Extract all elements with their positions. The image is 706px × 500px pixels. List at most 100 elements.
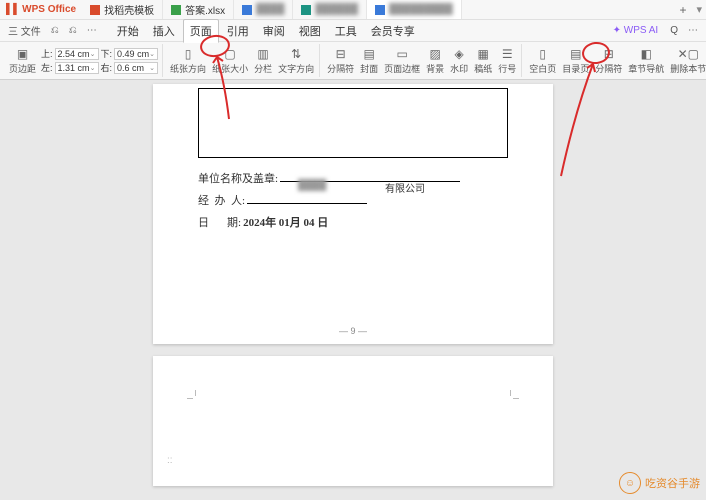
doc-tab-label: ████ [256,4,284,15]
menu-page[interactable]: 页面 [183,19,219,43]
background-button[interactable]: ▨背景 [423,44,447,78]
margin-marker-tl [195,398,203,406]
orientation-button[interactable]: ▯纸张方向 [167,44,209,78]
page-margin-button[interactable]: ▣ 页边距 [6,44,39,78]
page-break-button[interactable]: ⊟分隔符 [592,44,625,78]
page-number: — 9 — [153,326,553,336]
wps-logo-icon: ▌▌ [6,4,20,15]
field-company: 单位名称及盖章: [198,170,508,186]
doc-icon [301,5,311,15]
cover-icon: ▤ [362,47,376,61]
menu-tools[interactable]: 工具 [329,20,363,42]
menu-start[interactable]: 开始 [111,20,145,42]
doc-tab-label: 答案.xlsx [185,2,225,17]
document-canvas[interactable]: 单位名称及盖章: 有限公司 ████ 经 办 人: 日 期: 2024年 01月… [0,80,706,500]
quick-access-1[interactable]: ⎌ [47,23,63,38]
page-2[interactable]: :: [153,356,553,486]
doc-tab-3[interactable]: ████ [234,0,293,19]
cover-button[interactable]: ▤封面 [357,44,381,78]
paper-size-button[interactable]: ▢纸张大小 [209,44,251,78]
size-icon: ▢ [223,47,237,61]
columns-icon: ▥ [256,47,270,61]
quick-access-2[interactable]: ⎌ [65,23,81,38]
menu-insert[interactable]: 插入 [147,20,181,42]
delete-section-button[interactable]: ✕▢删除本节 [667,44,706,78]
margin-left-input[interactable]: 1.31 cm⌄ [55,62,99,74]
margin-bottom-input[interactable]: 0.49 cm⌄ [114,48,158,60]
doc-tab-4[interactable]: ██████ [293,0,367,19]
menu-view[interactable]: 视图 [293,20,327,42]
menu-ref[interactable]: 引用 [221,20,255,42]
field-company-label: 单位名称及盖章: [198,170,278,186]
margin-bottom-label: 下: [101,47,113,60]
wps-logo-text: WPS Office [22,4,76,15]
doc-icon [171,5,181,15]
border-button[interactable]: ▭页面边框 [381,44,423,78]
columns-button[interactable]: ▥分栏 [251,44,275,78]
doc-icon [375,5,385,15]
sectnav-icon: ◧ [639,47,653,61]
doc-tab-xlsx[interactable]: 答案.xlsx [163,0,234,19]
wps-ai-button[interactable]: ✦ WPS AI [607,25,665,36]
text-direction-button[interactable]: ⇅文字方向 [275,44,317,78]
margin-top-input[interactable]: 2.54 cm⌄ [55,48,99,60]
menu-bar: 三 文件 ⎌ ⎌ ⋯ 开始 插入 页面 引用 审阅 视图 工具 会员专享 ✦ W… [0,20,706,42]
break-icon: ⊟ [334,47,348,61]
field-date: 日 期: 2024年 01月 04 日 [198,214,508,230]
menu-review[interactable]: 审阅 [257,20,291,42]
page-margin-icon: ▣ [16,47,30,61]
watermark-button[interactable]: ◈水印 [447,44,471,78]
file-menu[interactable]: 三 文件 [4,21,45,40]
paper-button[interactable]: ▦稿纸 [471,44,495,78]
orientation-icon: ▯ [181,47,195,61]
wps-logo: ▌▌ WPS Office [0,4,82,15]
margin-inputs: 上: 2.54 cm⌄ 下: 0.49 cm⌄ 左: 1.31 cm⌄ 右: 0… [39,47,160,74]
delsection-icon: ✕▢ [681,47,695,61]
quick-access-3[interactable]: ⋯ [83,23,101,38]
company-blur: ████ [298,180,326,191]
blank-icon: ▯ [536,47,550,61]
field-person-label: 经 办 人: [198,192,245,208]
doc-icon [242,5,252,15]
watermark-icon: ◈ [452,47,466,61]
toc-icon: ▤ [569,47,583,61]
break-button[interactable]: ⊟分隔符 [324,44,357,78]
doc-icon [90,5,100,15]
pbreak-icon: ⊟ [602,47,616,61]
menu-more[interactable]: ⋯ [684,23,702,38]
margin-right-label: 右: [101,61,113,74]
field-date-label1: 日 [198,214,227,230]
section-nav-button[interactable]: ◧章节导航 [625,44,667,78]
doc-tab-5[interactable]: █████████ [367,0,462,19]
page-1[interactable]: 单位名称及盖章: 有限公司 ████ 经 办 人: 日 期: 2024年 01月… [153,84,553,344]
tab-menu-icon[interactable]: ▾ [692,3,706,16]
line-number-button[interactable]: ☰行号 [495,44,519,78]
border-icon: ▭ [395,47,409,61]
direction-icon: ⇅ [289,47,303,61]
doc-tab-label: █████████ [389,4,453,15]
ribbon-toolbar: ▣ 页边距 上: 2.54 cm⌄ 下: 0.49 cm⌄ 左: 1.31 cm… [0,42,706,80]
field-person-line [247,192,367,204]
bg-icon: ▨ [428,47,442,61]
title-bar: ▌▌ WPS Office 找稻壳模板 答案.xlsx ████ ██████ … [0,0,706,20]
margin-top-label: 上: [41,47,53,60]
brand-watermark: ☺ 吃资谷手游 [619,472,700,494]
margin-right-input[interactable]: 0.6 cm⌄ [114,62,158,74]
menu-vip[interactable]: 会员专享 [365,20,421,42]
blank-page-button[interactable]: ▯空白页 [526,44,559,78]
field-date-value: 2024年 01月 04 日 [243,214,328,230]
toc-button[interactable]: ▤目录页 [559,44,592,78]
field-date-label2: 期: [227,214,241,230]
watermark-text: 吃资谷手游 [645,475,700,491]
content-box [198,88,508,158]
field-person: 经 办 人: [198,192,508,208]
paper-icon: ▦ [476,47,490,61]
search-button[interactable]: Q [666,23,682,38]
margin-marker-tr [503,398,511,406]
doc-tab-label: 找稻壳模板 [104,2,154,17]
watermark-face-icon: ☺ [619,472,641,494]
new-tab-button[interactable]: + [673,3,692,17]
company-suffix: 有限公司 [385,180,425,195]
doc-tab-template[interactable]: 找稻壳模板 [82,0,163,19]
doc-tab-label: ██████ [315,4,358,15]
